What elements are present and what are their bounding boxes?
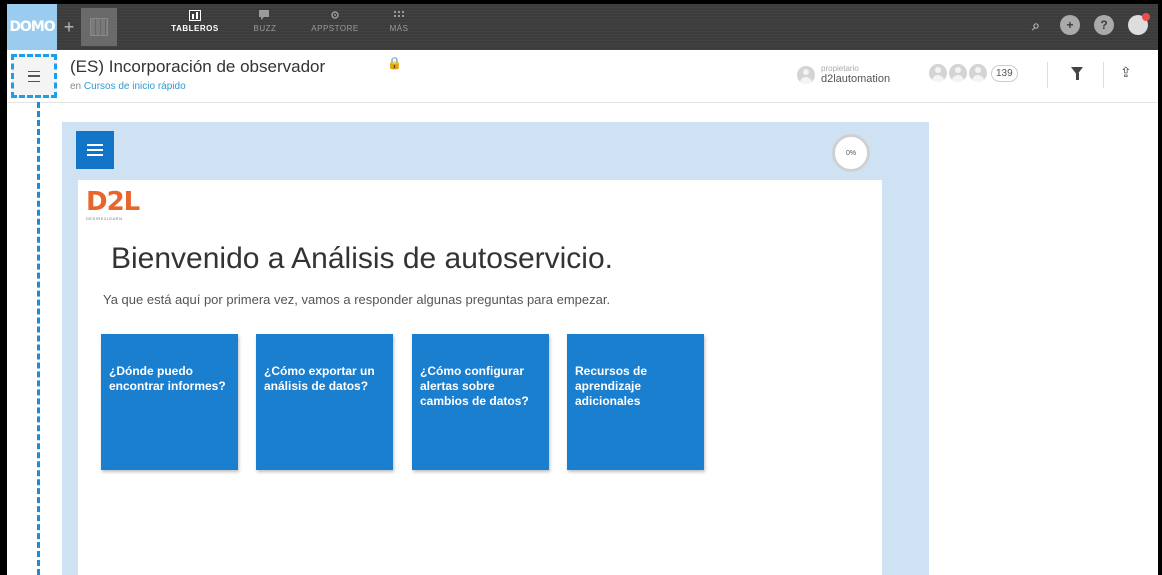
domo-logo[interactable]: DOMO bbox=[7, 4, 57, 50]
tile-export-analysis[interactable]: ¿Cómo exportar un análisis de datos? bbox=[256, 334, 393, 470]
intro-text: Ya que está aquí por primera vez, vamos … bbox=[103, 292, 611, 307]
nav-buzz-label: BUZZ bbox=[253, 24, 277, 33]
top-right-actions: ⌕ + ? bbox=[1026, 13, 1150, 35]
frame-border-left bbox=[0, 0, 7, 575]
tile-label: ¿Dónde puedo encontrar informes? bbox=[109, 364, 226, 393]
lock-icon: 🔒 bbox=[387, 56, 402, 70]
nav-mas[interactable]: MÁS bbox=[369, 10, 429, 33]
nav-tableros-label: TABLEROS bbox=[171, 24, 219, 33]
grid-icon bbox=[394, 11, 404, 17]
d2l-logo: D2L DESIRE2LEARN bbox=[86, 187, 140, 221]
nav-tableros[interactable]: TABLEROS bbox=[165, 10, 225, 33]
viewer-avatar-icon bbox=[929, 64, 947, 82]
page-title: (ES) Incorporación de observador bbox=[70, 57, 326, 76]
owner-name: d2lautomation bbox=[821, 73, 891, 85]
tile-learning-resources[interactable]: Recursos de aprendizaje adicionales bbox=[567, 334, 704, 470]
subtitle-prefix: en bbox=[70, 81, 82, 92]
nav-appstore[interactable]: APPSTORE bbox=[305, 10, 365, 33]
search-icon[interactable]: ⌕ bbox=[1026, 15, 1046, 35]
chat-icon bbox=[259, 10, 269, 20]
owner-info[interactable]: propietario d2lautomation bbox=[797, 64, 890, 86]
grid-thumbnail-icon bbox=[90, 18, 108, 36]
page-menu-button[interactable] bbox=[11, 54, 57, 98]
appstore-icon bbox=[331, 11, 339, 19]
add-page-button[interactable]: + bbox=[59, 16, 79, 38]
tile-configure-alerts[interactable]: ¿Cómo configurar alertas sobre cambios d… bbox=[412, 334, 549, 470]
tile-label: ¿Cómo configurar alertas sobre cambios d… bbox=[420, 364, 529, 408]
viewer-avatar-icon bbox=[949, 64, 967, 82]
nav-mas-label: MÁS bbox=[389, 24, 409, 33]
highlight-guide-line bbox=[37, 102, 40, 575]
share-icon[interactable]: ⇪ bbox=[1120, 64, 1132, 81]
dashboard-icon bbox=[189, 10, 201, 21]
collection-link[interactable]: Cursos de inicio rápido bbox=[84, 81, 186, 92]
header-divider bbox=[1103, 62, 1104, 88]
top-nav-bar: DOMO + TABLEROS BUZZ APPSTORE MÁS ⌕ + ? bbox=[7, 4, 1158, 50]
help-icon[interactable]: ? bbox=[1094, 15, 1114, 35]
viewer-avatar-icon bbox=[969, 64, 987, 82]
nav-appstore-label: APPSTORE bbox=[311, 24, 359, 33]
owner-avatar-icon bbox=[797, 66, 815, 84]
avatar-icon[interactable] bbox=[1128, 13, 1150, 35]
tile-label: Recursos de aprendizaje adicionales bbox=[575, 364, 648, 408]
d2l-logo-mark: D2L bbox=[86, 187, 140, 217]
viewer-count-badge: 139 bbox=[991, 64, 1018, 82]
page-header: (ES) Incorporación de observador 🔒 en Cu… bbox=[7, 50, 1158, 103]
tile-label: ¿Cómo exportar un análisis de datos? bbox=[264, 364, 375, 393]
hamburger-icon bbox=[28, 70, 40, 82]
progress-indicator: 0% bbox=[832, 134, 870, 172]
tile-find-reports[interactable]: ¿Dónde puedo encontrar informes? bbox=[101, 334, 238, 470]
add-icon[interactable]: + bbox=[1060, 15, 1080, 35]
nav-buzz[interactable]: BUZZ bbox=[235, 10, 295, 33]
filter-icon[interactable] bbox=[1071, 67, 1083, 80]
page-grid-button[interactable] bbox=[81, 8, 117, 46]
card-menu-button[interactable] bbox=[76, 131, 114, 169]
frame-border-right bbox=[1158, 0, 1162, 575]
viewers-group[interactable]: 139 bbox=[929, 64, 1018, 82]
page-subtitle: en Cursos de inicio rápido bbox=[70, 81, 186, 92]
header-divider bbox=[1047, 62, 1048, 88]
welcome-heading: Bienvenido a Análisis de autoservicio. bbox=[111, 242, 613, 275]
hamburger-icon bbox=[87, 144, 103, 156]
owner-label: propietario bbox=[821, 64, 859, 73]
